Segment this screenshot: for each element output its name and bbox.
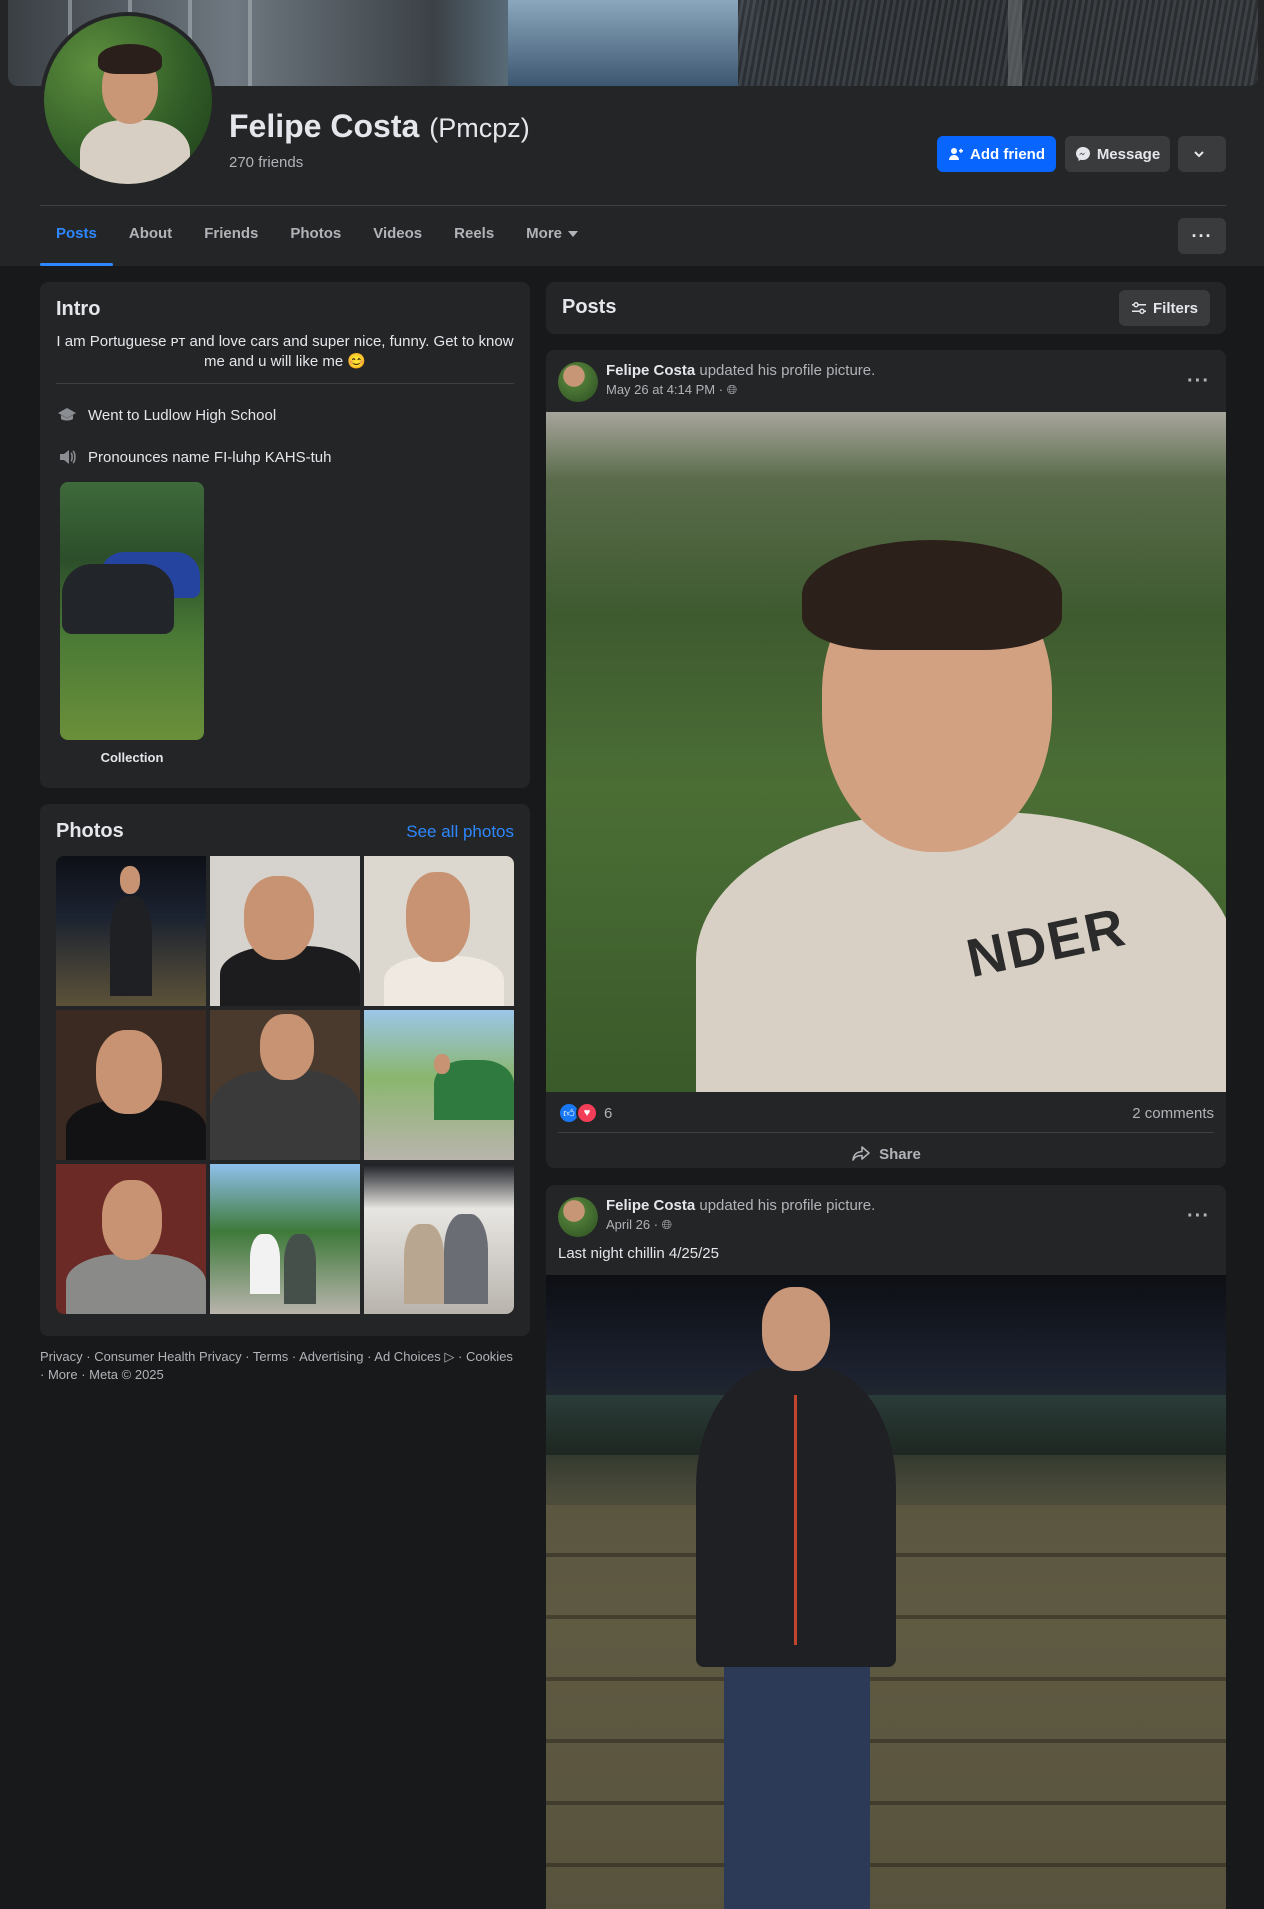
ellipsis-icon: ··· <box>1191 225 1213 246</box>
photo-grid <box>56 856 514 1314</box>
post-author-avatar[interactable] <box>558 362 598 402</box>
post-author-name[interactable]: Felipe Costa <box>606 362 695 379</box>
post-photo[interactable] <box>546 1275 1226 1909</box>
photo-thumb[interactable] <box>210 1010 360 1160</box>
alternate-name: (Pmcpz) <box>429 113 530 143</box>
footer-more[interactable]: More <box>48 1367 78 1382</box>
tab-friends[interactable]: Friends <box>188 214 274 266</box>
caret-down-icon <box>568 231 579 238</box>
reactions-row: 👍︎ ♥ 6 2 comments <box>558 1102 1214 1124</box>
header-divider <box>40 205 1226 206</box>
friends-count[interactable]: 270 friends <box>229 154 303 171</box>
tab-reels[interactable]: Reels <box>438 214 510 266</box>
posts-title: Posts <box>562 296 617 318</box>
tabs-more-button[interactable]: ··· <box>1178 218 1226 254</box>
post-author-avatar[interactable] <box>558 1197 598 1237</box>
comments-count[interactable]: 2 comments <box>1132 1105 1214 1122</box>
tab-videos[interactable]: Videos <box>357 214 438 266</box>
post-photo[interactable]: NDER <box>546 412 1226 1092</box>
profile-name: Felipe Costa (Pmcpz) <box>229 108 530 144</box>
photo-thumb[interactable] <box>210 1164 360 1314</box>
footer-ad-choices[interactable]: Ad Choices ▷ <box>374 1349 454 1364</box>
intro-education: Went to Ludlow High School <box>56 404 276 426</box>
post-author-name[interactable]: Felipe Costa <box>606 1197 695 1214</box>
intro-card: Intro I am Portuguese ᴘᴛ and love cars a… <box>40 282 530 788</box>
footer-copyright: Meta © 2025 <box>89 1367 164 1382</box>
profile-tabs: Posts About Friends Photos Videos Reels … <box>40 214 594 266</box>
filters-button[interactable]: Filters <box>1118 290 1210 326</box>
graduation-cap-icon <box>56 404 78 426</box>
photo-thumb[interactable] <box>56 856 206 1006</box>
reactions-count: 6 <box>604 1104 613 1122</box>
post-timestamp[interactable]: May 26 at 4:14 PM <box>606 382 715 397</box>
add-person-icon <box>949 148 963 160</box>
tab-posts[interactable]: Posts <box>40 214 113 266</box>
collection-label: Collection <box>100 750 164 765</box>
post-header: Felipe Costa updated his profile picture… <box>558 1197 875 1237</box>
post-options-icon[interactable]: ··· <box>1187 370 1210 393</box>
add-friend-button[interactable]: Add friend <box>937 136 1056 172</box>
photo-thumb[interactable] <box>364 1164 514 1314</box>
post-options-icon[interactable]: ··· <box>1187 1205 1210 1228</box>
intro-divider <box>56 383 514 384</box>
post-action: updated his profile picture. <box>699 1197 876 1214</box>
post-card: Felipe Costa updated his profile picture… <box>546 1185 1226 1909</box>
share-icon <box>852 1146 870 1161</box>
photo-thumb[interactable] <box>56 1164 206 1314</box>
footer-terms[interactable]: Terms <box>253 1349 288 1364</box>
footer-cookies[interactable]: Cookies <box>466 1349 513 1364</box>
post-text: Last night chillin 4/25/25 <box>558 1245 719 1262</box>
chevron-down-icon <box>1194 151 1204 158</box>
globe-icon: 🌐︎ <box>726 382 738 397</box>
footer-links: Privacy · Consumer Health Privacy · Term… <box>40 1349 513 1382</box>
photo-thumb[interactable] <box>56 1010 206 1160</box>
posts-header-card: Posts Filters <box>546 282 1226 334</box>
messenger-icon <box>1075 147 1090 161</box>
post-card: Felipe Costa updated his profile picture… <box>546 350 1226 1168</box>
intro-bio: I am Portuguese ᴘᴛ and love cars and sup… <box>56 333 514 370</box>
share-button[interactable]: Share <box>558 1136 1214 1168</box>
tab-photos[interactable]: Photos <box>274 214 357 266</box>
profile-avatar[interactable] <box>40 12 216 188</box>
post-action: updated his profile picture. <box>699 362 876 379</box>
reactions-summary[interactable]: 👍︎ ♥ 6 <box>558 1102 612 1124</box>
photos-title: Photos <box>56 820 124 842</box>
see-all-photos-link[interactable]: See all photos <box>406 822 514 842</box>
speaker-icon[interactable] <box>56 446 78 468</box>
footer-privacy[interactable]: Privacy <box>40 1349 83 1364</box>
post-timestamp[interactable]: April 26 <box>606 1217 650 1232</box>
filter-sliders-icon <box>1131 302 1146 314</box>
intro-title: Intro <box>56 298 101 320</box>
globe-icon: 🌐︎ <box>661 1217 673 1232</box>
footer-consumer-health-privacy[interactable]: Consumer Health Privacy <box>94 1349 241 1364</box>
post-header: Felipe Costa updated his profile picture… <box>558 362 875 402</box>
love-reaction-icon: ♥ <box>576 1102 598 1124</box>
photo-thumb[interactable] <box>364 1010 514 1160</box>
featured-collection[interactable] <box>60 482 204 740</box>
footer-advertising[interactable]: Advertising <box>299 1349 363 1364</box>
tab-about[interactable]: About <box>113 214 188 266</box>
photo-thumb[interactable] <box>210 856 360 1006</box>
tab-more[interactable]: More <box>510 214 594 266</box>
message-button[interactable]: Message <box>1065 136 1170 172</box>
intro-pronunciation: Pronounces name FI-luhp KAHS-tuh <box>56 446 331 468</box>
actions-divider <box>558 1132 1214 1133</box>
photo-thumb[interactable] <box>364 856 514 1006</box>
photos-card: Photos See all photos <box>40 804 530 1336</box>
more-options-button[interactable] <box>1178 136 1226 172</box>
